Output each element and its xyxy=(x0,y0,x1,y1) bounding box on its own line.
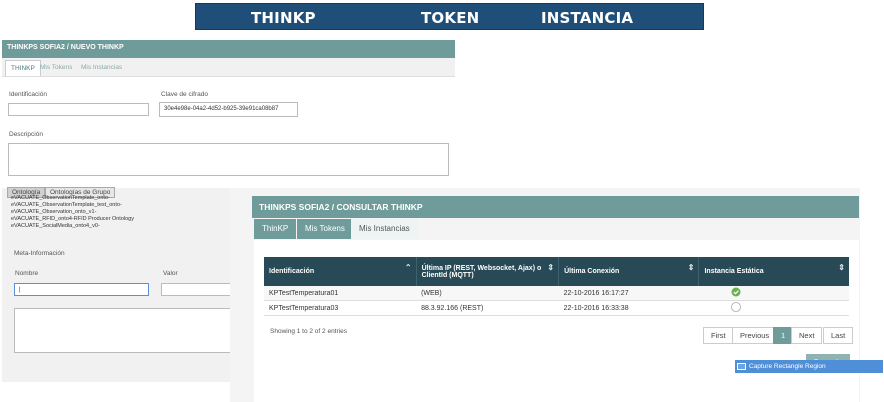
entries-info: Showing 1 to 2 of 2 entries xyxy=(270,328,347,335)
empty-circle-icon xyxy=(731,302,741,312)
banner-token-label: TOKEN xyxy=(421,9,480,27)
identificacion-field[interactable] xyxy=(8,103,149,116)
identificacion-label: Identificación xyxy=(9,91,47,98)
tab-mis-tokens[interactable]: Mis Tokens xyxy=(35,60,77,76)
table-row[interactable]: KPTestTemperatura01 (WEB) 22-10-2016 16:… xyxy=(264,286,849,301)
ontology-item[interactable]: eVACUATE_RFID_onto4-RFID Producer Ontolo… xyxy=(11,216,134,222)
instances-table: Identificación ⌃ Última IP (REST, Websock… xyxy=(264,257,849,316)
ontology-item[interactable]: eVACUATE_SocialMedia_onto4_v0- xyxy=(11,223,100,229)
cell-ultima-conexion: 22-10-2016 16:17:27 xyxy=(558,286,699,301)
cell-ultima-conexion: 22-10-2016 16:33:38 xyxy=(558,300,699,316)
col-ultima-ip[interactable]: Última IP (REST, Websocket, Ajax) o Clie… xyxy=(416,257,560,286)
descripcion-label: Descripción xyxy=(9,131,43,138)
col-instancia-estatica[interactable]: Instancia Estática ⇕ xyxy=(698,257,849,286)
ontology-item[interactable]: eVACUATE_ObservationTemplate_onto- xyxy=(11,195,110,201)
meta-informacion-label: Meta-Información xyxy=(14,250,65,257)
tab-mis-instancias[interactable]: Mis Instancias xyxy=(351,219,418,239)
pagination-next[interactable]: Next xyxy=(791,327,823,344)
descripcion-field[interactable] xyxy=(8,143,449,176)
sort-icon[interactable]: ⇕ xyxy=(547,263,554,272)
nombre-label: Nombre xyxy=(15,270,39,277)
cell-instancia-estatica xyxy=(698,286,849,301)
cell-identificacion: KPTestTemperatura03 xyxy=(264,300,417,316)
valor-label: Valor xyxy=(163,270,178,277)
tab-thinkp[interactable]: ThinKP xyxy=(254,219,297,239)
valor-field[interactable] xyxy=(161,283,241,296)
clave-cifrado-label: Clave de cifrado xyxy=(161,91,208,98)
meta-informacion-area[interactable] xyxy=(14,308,244,353)
clave-cifrado-field[interactable]: 30e4e98e-04a2-4d52-b925-39e91ca08b87 xyxy=(159,102,298,117)
consultar-thinkp-header: THINKPS SOFIA2 / CONSULTAR THINKP xyxy=(252,196,859,218)
col-ultima-conexion[interactable]: Última Conexión ⇕ xyxy=(558,257,700,286)
top-banner: THINKP TOKEN INSTANCIA THINKP xyxy=(195,3,704,45)
check-circle-icon xyxy=(731,287,741,297)
ontology-item[interactable]: eVACUATE_Observation_onto_v1- xyxy=(11,209,96,215)
cell-identificacion: KPTestTemperatura01 xyxy=(264,286,417,301)
tab-mis-instancias[interactable]: Mis Instancias xyxy=(76,60,127,76)
cell-ultima-ip: 88.3.92.166 (REST) xyxy=(416,300,559,316)
sort-icon[interactable]: ⌃ xyxy=(405,263,412,272)
sort-icon[interactable]: ⇕ xyxy=(838,263,845,272)
capture-rectangle-icon xyxy=(737,363,746,370)
nuevo-thinkp-title: THINKPS SOFIA2 / NUEVO THINKP xyxy=(7,44,124,51)
consultar-thinkp-title: THINKPS SOFIA2 / CONSULTAR THINKP xyxy=(259,202,423,212)
sort-icon[interactable]: ⇕ xyxy=(688,263,695,272)
table-row[interactable]: KPTestTemperatura03 88.3.92.166 (REST) 2… xyxy=(264,300,849,316)
tab-mis-tokens[interactable]: Mis Tokens xyxy=(297,219,353,239)
nuevo-thinkp-form: Identificación Clave de cifrado 30e4e98e… xyxy=(2,76,455,188)
capture-region-bar[interactable]: Capture Rectangle Region xyxy=(735,360,883,373)
col-identificacion[interactable]: Identificación ⌃ xyxy=(264,257,417,286)
cell-instancia-estatica xyxy=(698,300,849,316)
banner-thinkp-label: THINKP xyxy=(251,9,316,27)
pagination-last[interactable]: Last xyxy=(823,327,854,344)
banner-instancia-label: INSTANCIA THINKP xyxy=(541,9,634,45)
pagination-first[interactable]: First xyxy=(703,327,734,344)
cell-ultima-ip: (WEB) xyxy=(416,286,559,301)
pagination-previous[interactable]: Previous xyxy=(732,327,778,344)
nuevo-thinkp-header: THINKPS SOFIA2 / NUEVO THINKP xyxy=(2,40,455,58)
ontology-item[interactable]: eVACUATE_ObservationTemplate_test_onto- xyxy=(11,202,122,208)
nombre-field[interactable]: | xyxy=(14,283,149,296)
capture-label: Capture Rectangle Region xyxy=(749,363,826,370)
